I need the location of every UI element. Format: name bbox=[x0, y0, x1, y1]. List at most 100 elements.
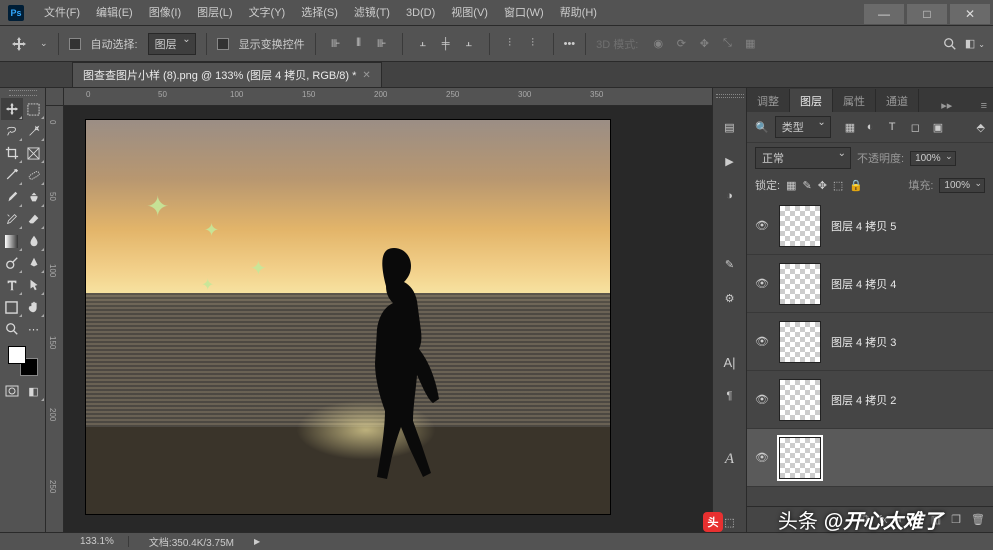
crop-tool[interactable] bbox=[1, 142, 23, 164]
minimize-button[interactable]: — bbox=[864, 4, 904, 24]
color-panel-icon[interactable]: ◑ bbox=[720, 187, 740, 205]
blend-mode-dropdown[interactable]: 正常 bbox=[755, 147, 851, 169]
filter-smart-icon[interactable]: ▣ bbox=[933, 121, 947, 134]
layer-thumbnail[interactable] bbox=[779, 321, 821, 363]
layers-list[interactable]: 👁 图层 4 拷贝 5 👁 图层 4 拷贝 4 👁 图层 4 拷贝 3 👁 图层 4 拷… bbox=[747, 197, 993, 506]
menu-edit[interactable]: 编辑(E) bbox=[88, 0, 141, 26]
glyphs-panel-icon[interactable]: A bbox=[720, 450, 740, 468]
history-panel-icon[interactable]: ▤ bbox=[720, 118, 740, 136]
visibility-toggle[interactable]: 👁 bbox=[755, 335, 769, 348]
layer-row[interactable]: 👁 图层 4 拷贝 2 bbox=[747, 371, 993, 429]
ruler-vertical[interactable]: 050100150200250 bbox=[46, 106, 64, 532]
edit-toolbar-icon[interactable]: ⋯ bbox=[23, 318, 45, 340]
fill-input[interactable]: 100% bbox=[939, 178, 985, 193]
fg-color-swatch[interactable] bbox=[8, 346, 26, 364]
align-bottom-icon[interactable]: ⫠ bbox=[459, 35, 479, 53]
filter-type-dropdown[interactable]: 类型 bbox=[775, 116, 831, 138]
visibility-toggle[interactable]: 👁 bbox=[755, 219, 769, 232]
zoom-tool[interactable] bbox=[1, 318, 23, 340]
status-chevron-icon[interactable]: ▶ bbox=[254, 537, 260, 546]
adjustments-icon[interactable]: ⚙ bbox=[720, 290, 740, 308]
menu-3d[interactable]: 3D(D) bbox=[398, 0, 443, 26]
menu-window[interactable]: 窗口(W) bbox=[496, 0, 552, 26]
toolbox-grip[interactable] bbox=[9, 90, 37, 96]
lock-pixels-icon[interactable]: ✎ bbox=[802, 179, 811, 192]
filter-adjust-icon[interactable]: ◐ bbox=[867, 121, 881, 134]
align-right-icon[interactable]: ⊪ bbox=[372, 35, 392, 53]
zoom-level[interactable]: 133.1% bbox=[80, 536, 129, 547]
close-tab-icon[interactable]: ✕ bbox=[362, 70, 370, 81]
ruler-origin[interactable] bbox=[46, 88, 64, 106]
tab-layers[interactable]: 图层 bbox=[790, 89, 833, 112]
align-top-icon[interactable]: ⫠ bbox=[413, 35, 433, 53]
eyedropper-tool[interactable] bbox=[1, 164, 23, 186]
type-tool[interactable] bbox=[1, 274, 23, 296]
tab-adjustments[interactable]: 调整 bbox=[747, 89, 790, 112]
move-tool[interactable] bbox=[1, 98, 23, 120]
layer-row[interactable]: 👁 图层 4 拷贝 4 bbox=[747, 255, 993, 313]
gradient-tool[interactable] bbox=[1, 230, 23, 252]
tab-properties[interactable]: 属性 bbox=[833, 89, 876, 112]
brushes-icon[interactable]: ✎ bbox=[720, 255, 740, 273]
show-transform-checkbox[interactable] bbox=[217, 38, 229, 50]
paragraph-panel-icon[interactable]: ¶ bbox=[720, 387, 740, 405]
magic-wand-tool[interactable] bbox=[23, 120, 45, 142]
align-left-icon[interactable]: ⊪ bbox=[326, 35, 346, 53]
auto-select-dropdown[interactable]: 图层 bbox=[148, 33, 196, 55]
tab-channels[interactable]: 通道 bbox=[876, 89, 919, 112]
align-hcenter-icon[interactable]: ⫴ bbox=[349, 35, 369, 53]
layer-row[interactable]: 👁 图层 4 拷贝 3 bbox=[747, 313, 993, 371]
layer-thumbnail[interactable] bbox=[779, 205, 821, 247]
lock-artboard-icon[interactable]: ⬚ bbox=[833, 179, 843, 192]
align-vcenter-icon[interactable]: ╪ bbox=[436, 35, 456, 53]
layer-row[interactable]: 👁 图层 4 拷贝 5 bbox=[747, 197, 993, 255]
distribute-v-icon[interactable]: ⫶ bbox=[523, 35, 543, 53]
lock-all-icon[interactable]: 🔒 bbox=[849, 179, 863, 192]
filter-pixel-icon[interactable]: ▦ bbox=[845, 121, 859, 134]
layer-row[interactable]: 👁 bbox=[747, 429, 993, 487]
filter-type-icon[interactable]: T bbox=[889, 121, 903, 134]
layer-thumbnail[interactable] bbox=[779, 437, 821, 479]
eraser-tool[interactable] bbox=[23, 208, 45, 230]
screen-mode-icon[interactable]: ◧ bbox=[23, 380, 45, 402]
character-panel-icon[interactable]: A| bbox=[720, 353, 740, 371]
ruler-horizontal[interactable]: 050100150200250300350 bbox=[64, 88, 712, 106]
history-brush-tool[interactable] bbox=[1, 208, 23, 230]
distribute-h-icon[interactable]: ⫶ bbox=[500, 35, 520, 53]
visibility-toggle[interactable]: 👁 bbox=[755, 451, 769, 464]
layer-name[interactable]: 图层 4 拷贝 2 bbox=[831, 392, 985, 408]
marquee-tool[interactable] bbox=[23, 98, 45, 120]
layer-name[interactable]: 图层 4 拷贝 3 bbox=[831, 334, 985, 350]
menu-select[interactable]: 选择(S) bbox=[293, 0, 346, 26]
lasso-tool[interactable] bbox=[1, 120, 23, 142]
lock-transparency-icon[interactable]: ▦ bbox=[786, 179, 796, 192]
layer-name[interactable]: 图层 4 拷贝 4 bbox=[831, 276, 985, 292]
menu-file[interactable]: 文件(F) bbox=[36, 0, 88, 26]
panel-menu-icon[interactable]: ≡ bbox=[975, 100, 993, 112]
color-swatches[interactable] bbox=[8, 346, 38, 376]
canvas-area[interactable]: 050100150200250300350 050100150200250 ✦ … bbox=[46, 88, 712, 532]
dock-grip[interactable] bbox=[716, 94, 744, 98]
menu-type[interactable]: 文字(Y) bbox=[241, 0, 294, 26]
visibility-toggle[interactable]: 👁 bbox=[755, 277, 769, 290]
layer-name[interactable]: 图层 4 拷贝 5 bbox=[831, 218, 985, 234]
new-layer-icon[interactable]: ❐ bbox=[951, 513, 961, 526]
pen-tool[interactable] bbox=[23, 252, 45, 274]
more-options-icon[interactable]: ••• bbox=[564, 38, 576, 50]
menu-layer[interactable]: 图层(L) bbox=[189, 0, 240, 26]
hand-tool[interactable] bbox=[23, 296, 45, 318]
document-info[interactable]: 文档:350.4K/3.75M bbox=[149, 534, 234, 549]
dodge-tool[interactable] bbox=[1, 252, 23, 274]
frame-tool[interactable] bbox=[23, 142, 45, 164]
filter-shape-icon[interactable]: ◻ bbox=[911, 121, 925, 134]
menu-filter[interactable]: 滤镜(T) bbox=[346, 0, 398, 26]
search-icon[interactable] bbox=[943, 37, 957, 51]
canvas[interactable]: ✦ ✦ ✦ ✦ bbox=[86, 120, 610, 514]
workspace-switcher-icon[interactable]: ◧ ⌄ bbox=[965, 37, 985, 50]
visibility-toggle[interactable]: 👁 bbox=[755, 393, 769, 406]
play-icon[interactable]: ▶ bbox=[720, 152, 740, 170]
opacity-input[interactable]: 100% bbox=[910, 151, 956, 166]
quick-mask-icon[interactable] bbox=[1, 380, 23, 402]
document-tab[interactable]: 图查查图片小样 (8).png @ 133% (图层 4 拷贝, RGB/8) … bbox=[72, 62, 382, 87]
chevron-down-icon[interactable]: ⌄ bbox=[40, 38, 48, 49]
